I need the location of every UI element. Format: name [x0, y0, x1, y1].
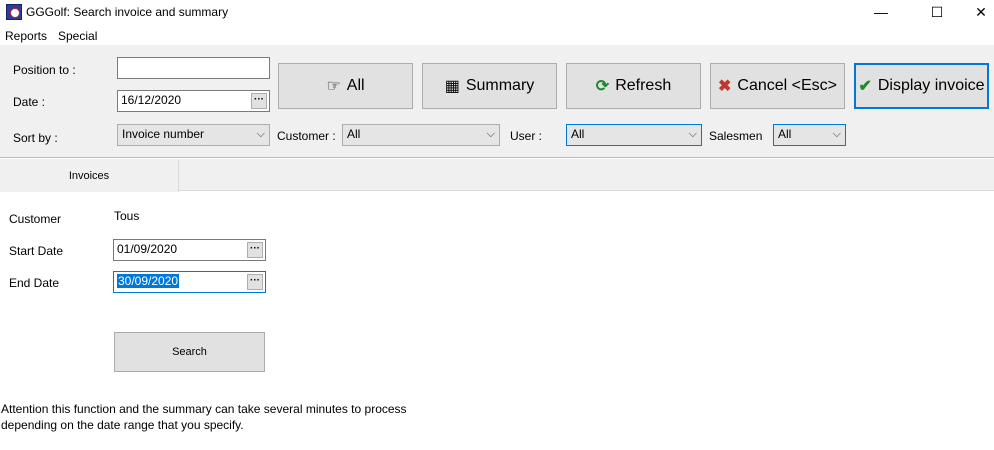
end-date-picker-button[interactable]: ··· [247, 274, 263, 290]
position-label: Position to : [13, 63, 76, 77]
salesmen-filter-select[interactable]: All ⌵ [773, 124, 846, 146]
summary-button[interactable]: ▦ Summary [422, 63, 557, 109]
chevron-down-icon: ⌵ [688, 128, 697, 140]
cancel-x-icon: ✖ [717, 78, 732, 95]
tab-invoices[interactable]: Invoices [0, 160, 179, 192]
end-date-value: 30/09/2020 [117, 274, 180, 288]
customer-filter-select[interactable]: All ⌵ [342, 124, 500, 146]
cancel-button[interactable]: ✖ Cancel <Esc> [710, 63, 845, 109]
maximize-button[interactable]: ☐ [914, 0, 960, 24]
customer-label: Customer [9, 212, 62, 226]
display-invoice-button[interactable]: ✔ Display invoice [854, 63, 989, 109]
menu-bar [0, 26, 994, 44]
display-invoice-button-label: Display invoice [877, 77, 985, 94]
customer-value: Tous [114, 209, 140, 223]
check-icon: ✔ [858, 78, 872, 95]
pointing-hand-icon: ☞ [326, 78, 341, 95]
menu-special[interactable]: Special [58, 29, 97, 43]
chevron-down-icon: ⌵ [256, 128, 265, 140]
app-icon [6, 4, 22, 20]
notice-text: Attention this function and the summary … [1, 402, 407, 432]
refresh-button[interactable]: ⟳ Refresh [566, 63, 701, 109]
sortby-value: Invoice number [122, 127, 205, 141]
minimize-button[interactable]: — [858, 0, 904, 24]
customer-filter-value: All [347, 127, 361, 141]
user-filter-label: User : [510, 129, 543, 143]
start-date-input[interactable]: 01/09/2020 [113, 239, 266, 261]
end-date-input[interactable]: 30/09/2020 [113, 271, 266, 293]
cancel-button-label: Cancel <Esc> [737, 77, 837, 94]
sortby-label: Sort by : [13, 131, 58, 145]
refresh-button-label: Refresh [615, 77, 672, 94]
end-date-label: End Date [9, 276, 60, 290]
start-date-picker-button[interactable]: ··· [247, 242, 263, 258]
date-value: 16/12/2020 [121, 93, 182, 107]
sortby-select[interactable]: Invoice number ⌵ [117, 124, 270, 146]
chevron-down-icon: ⌵ [486, 128, 495, 140]
salesmen-filter-value: All [778, 127, 792, 141]
menu-reports[interactable]: Reports [5, 29, 47, 43]
chevron-down-icon: ⌵ [832, 128, 841, 140]
user-filter-value: All [571, 127, 585, 141]
refresh-icon: ⟳ [595, 78, 610, 95]
position-input[interactable] [117, 57, 270, 79]
calculator-icon: ▦ [444, 78, 460, 95]
date-label: Date : [13, 95, 46, 109]
close-button[interactable]: ✕ [958, 0, 994, 24]
start-date-value: 01/09/2020 [117, 242, 178, 256]
user-filter-select[interactable]: All ⌵ [566, 124, 702, 146]
search-button[interactable]: Search [114, 332, 265, 372]
summary-button-label: Summary [465, 77, 535, 94]
salesmen-filter-label: Salesmen [709, 129, 763, 143]
all-button-label: All [346, 77, 365, 94]
date-picker-button[interactable]: ··· [251, 93, 267, 109]
window-title: GGGolf: Search invoice and summary [26, 5, 229, 19]
start-date-label: Start Date [9, 244, 64, 258]
customer-filter-label: Customer : [277, 129, 336, 143]
date-input[interactable]: 16/12/2020 [117, 90, 270, 112]
all-button[interactable]: ☞ All [278, 63, 413, 109]
